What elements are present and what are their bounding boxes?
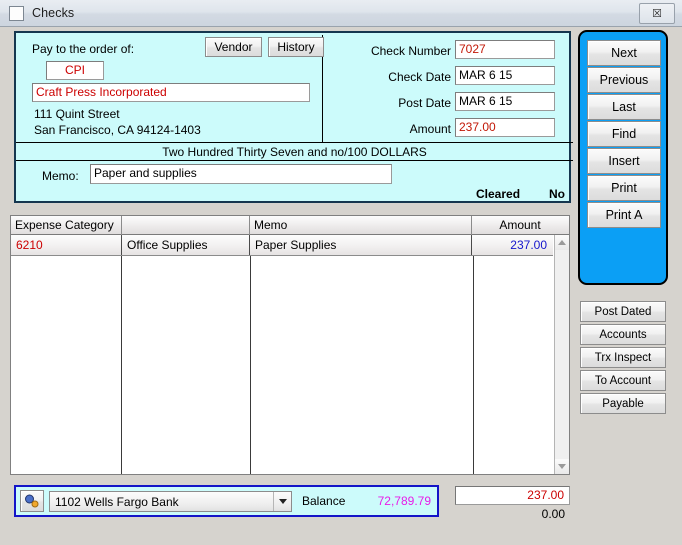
- balance-label: Balance: [302, 494, 346, 508]
- navigation-panel: Next Previous Last Find Insert Print Pri…: [578, 30, 668, 285]
- chevron-down-icon[interactable]: [273, 492, 291, 511]
- table-row[interactable]: 6210 Office Supplies Paper Supplies 237.…: [11, 235, 553, 256]
- window-icon: [9, 5, 24, 21]
- insert-button[interactable]: Insert: [587, 148, 661, 174]
- check-date-label: Check Date: [388, 70, 451, 84]
- check-face-panel: Pay to the order of: Vendor History CPI …: [14, 31, 573, 203]
- grid-vertical-scrollbar[interactable]: [554, 235, 569, 474]
- scroll-down-icon[interactable]: [555, 459, 569, 474]
- amount-field[interactable]: 237.00: [455, 118, 555, 137]
- grid-column-separator-3: [473, 256, 474, 474]
- memo-label: Memo:: [42, 169, 79, 183]
- account-selector-bar: 1102 Wells Fargo Bank Balance 72,789.79: [14, 485, 439, 517]
- memo-field[interactable]: Paper and supplies: [90, 164, 392, 184]
- total-distributed-value: 237.00: [455, 486, 570, 505]
- close-icon[interactable]: ☒: [639, 3, 675, 24]
- cell-memo[interactable]: Paper Supplies: [249, 235, 471, 255]
- cell-expense-category[interactable]: 6210: [11, 235, 121, 255]
- grid-column-separator-2: [250, 256, 251, 474]
- post-date-label: Post Date: [398, 96, 451, 110]
- account-dropdown-value: 1102 Wells Fargo Bank: [55, 494, 179, 509]
- grid-header-row: Expense Category Memo Amount: [11, 215, 569, 235]
- magnifier-icon[interactable]: [20, 490, 44, 512]
- amount-label: Amount: [409, 122, 451, 136]
- accounts-button[interactable]: Accounts: [580, 324, 666, 345]
- previous-button[interactable]: Previous: [587, 67, 661, 93]
- balance-value: 72,789.79: [377, 494, 431, 508]
- print-a-button[interactable]: Print A: [587, 202, 661, 228]
- cleared-value: No: [549, 187, 565, 201]
- grid-column-separator-1: [121, 256, 122, 474]
- account-dropdown[interactable]: 1102 Wells Fargo Bank: [49, 491, 292, 512]
- vendor-code-field[interactable]: CPI: [46, 61, 104, 80]
- address-line-1: 111 Quint Street: [34, 107, 120, 121]
- check-number-field[interactable]: 7027: [455, 40, 555, 59]
- checks-window: Checks ☒ Pay to the order of: Vendor His…: [0, 0, 682, 545]
- scroll-up-icon[interactable]: [555, 235, 569, 250]
- amount-in-words: Two Hundred Thirty Seven and no/100 DOLL…: [162, 144, 427, 159]
- post-dated-button[interactable]: Post Dated: [580, 301, 666, 322]
- check-number-label: Check Number: [370, 44, 451, 58]
- window-title: Checks: [32, 6, 75, 20]
- trx-inspect-button[interactable]: Trx Inspect: [580, 347, 666, 368]
- cleared-label: Cleared: [476, 187, 521, 201]
- panel-hline-bottom: [16, 160, 573, 161]
- grid-empty-body[interactable]: [11, 256, 553, 474]
- print-button[interactable]: Print: [587, 175, 661, 201]
- address-line-2: San Francisco, CA 94124-1403: [34, 123, 201, 137]
- pay-to-label: Pay to the order of:: [32, 42, 135, 56]
- vendor-button[interactable]: Vendor: [205, 37, 262, 57]
- payee-name-field[interactable]: Craft Press Incorporated: [32, 83, 310, 102]
- to-account-button[interactable]: To Account: [580, 370, 666, 391]
- history-button[interactable]: History: [268, 37, 324, 57]
- column-header-memo[interactable]: Memo: [249, 215, 471, 235]
- total-remaining-value: 0.00: [541, 507, 565, 521]
- expense-distribution-grid: Expense Category Memo Amount 6210 Office…: [10, 215, 570, 475]
- column-header-amount[interactable]: Amount: [471, 215, 568, 235]
- last-button[interactable]: Last: [587, 94, 661, 120]
- title-bar: Checks ☒: [0, 0, 682, 27]
- next-button[interactable]: Next: [587, 40, 661, 66]
- post-date-field[interactable]: MAR 6 15: [455, 92, 555, 111]
- find-button[interactable]: Find: [587, 121, 661, 147]
- check-date-field[interactable]: MAR 6 15: [455, 66, 555, 85]
- cell-category-name[interactable]: Office Supplies: [121, 235, 249, 255]
- cell-amount[interactable]: 237.00: [471, 235, 552, 255]
- column-header-expense-category[interactable]: Expense Category: [11, 216, 121, 235]
- payable-button[interactable]: Payable: [580, 393, 666, 414]
- column-header-category-name[interactable]: [121, 215, 249, 235]
